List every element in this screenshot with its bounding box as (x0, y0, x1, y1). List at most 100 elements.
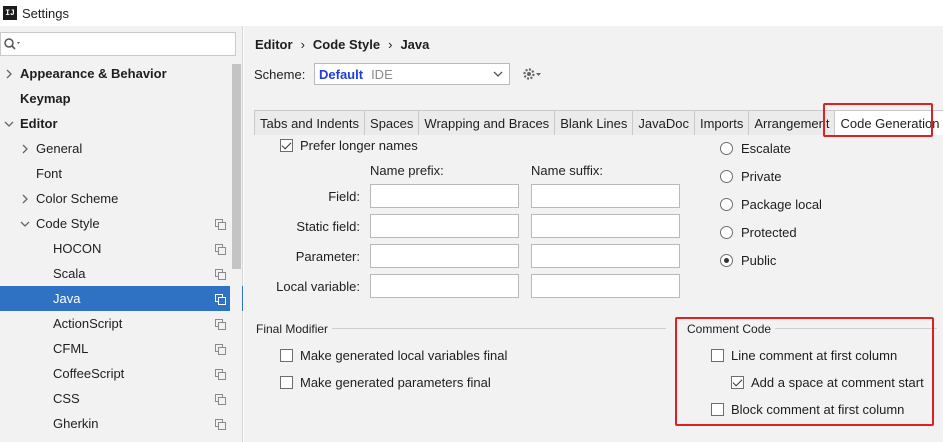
project-copy-icon (215, 419, 226, 430)
local-variable-label: Local variable: (276, 279, 360, 294)
local-variable-prefix-input[interactable] (370, 274, 519, 298)
sidebar-item-label: CSS (53, 391, 80, 406)
sidebar-item-hocon[interactable]: HOCON (0, 236, 243, 261)
sidebar-item-scala[interactable]: Scala (0, 261, 243, 286)
final-parameters-label: Make generated parameters final (300, 375, 491, 390)
sidebar-item-css[interactable]: CSS (0, 386, 243, 411)
project-copy-icon (215, 294, 226, 305)
tab-arrangement[interactable]: Arrangement (748, 110, 836, 135)
visibility-package-local-label: Package local (741, 197, 822, 212)
sidebar-item-keymap[interactable]: Keymap (0, 86, 243, 111)
field-prefix-input[interactable] (370, 184, 519, 208)
local-variable-suffix-input[interactable] (531, 274, 680, 298)
scheme-type: IDE (371, 66, 393, 82)
visibility-protected-radio[interactable] (720, 226, 733, 239)
tab-tabs-and-indents[interactable]: Tabs and Indents (254, 110, 366, 135)
visibility-private-label: Private (741, 169, 782, 184)
search-icon (4, 38, 20, 50)
project-copy-icon (215, 219, 226, 230)
settings-search-input[interactable] (0, 32, 236, 56)
window-title: Settings (22, 5, 69, 21)
tab-wrapping-and-braces[interactable]: Wrapping and Braces (418, 110, 556, 135)
chevron-down-icon (20, 221, 30, 227)
breadcrumb-editor: Editor (255, 37, 293, 52)
sidebar-item-label: Java (53, 291, 81, 306)
sidebar-item-label: Scala (53, 266, 86, 281)
breadcrumb-java: Java (400, 37, 430, 52)
final-parameters-checkbox[interactable] (280, 376, 293, 389)
sidebar-item-label: Editor (20, 116, 58, 131)
sidebar-item-label: HOCON (53, 241, 102, 256)
sidebar-item-label: CoffeeScript (53, 366, 125, 381)
sidebar-item-coffeescript[interactable]: CoffeeScript (0, 361, 243, 386)
visibility-protected-label: Protected (741, 225, 797, 240)
static-field-suffix-input[interactable] (531, 214, 680, 238)
visibility-private-radio[interactable] (720, 170, 733, 183)
parameter-label: Parameter: (295, 249, 360, 264)
sidebar-item-font[interactable]: Font (0, 161, 243, 186)
visibility-escalate-radio[interactable] (720, 142, 733, 155)
sidebar-item-java[interactable]: Java (0, 286, 243, 311)
prefer-longer-names-checkbox[interactable] (280, 139, 293, 152)
visibility-public-radio[interactable] (720, 254, 733, 267)
settings-content-panel: Editor › Code Style › Java Scheme: Defau… (244, 26, 943, 442)
sidebar-item-appearance-behavior[interactable]: Appearance & Behavior (0, 61, 243, 86)
static-field-prefix-input[interactable] (370, 214, 519, 238)
intellij-app-icon: IJ (3, 6, 17, 20)
project-copy-icon (215, 269, 226, 280)
sidebar-item-general[interactable]: General (0, 136, 243, 161)
project-copy-icon (215, 344, 226, 355)
project-copy-icon (215, 394, 226, 405)
gear-icon[interactable] (521, 65, 543, 83)
sidebar-item-label: Font (36, 166, 63, 181)
sidebar-scrollbar-thumb[interactable] (232, 64, 241, 269)
final-local-variables-checkbox[interactable] (280, 349, 293, 362)
settings-sidebar: Appearance & Behavior Keymap Editor Gene… (0, 26, 243, 442)
final-local-variables-label: Make generated local variables final (300, 348, 508, 363)
sidebar-item-label: Code Style (36, 216, 100, 231)
chevron-right-icon (6, 69, 12, 79)
name-prefix-header: Name prefix: (370, 163, 444, 178)
project-copy-icon (215, 244, 226, 255)
field-suffix-input[interactable] (531, 184, 680, 208)
line-comment-first-column-label: Line comment at first column (731, 348, 898, 363)
tab-blank-lines[interactable]: Blank Lines (554, 110, 634, 135)
sidebar-item-label: CFML (53, 341, 89, 356)
sidebar-item-label: General (36, 141, 83, 156)
project-copy-icon (215, 319, 226, 330)
sidebar-item-gherkin[interactable]: Gherkin (0, 411, 243, 436)
comment-code-title: Comment Code (687, 322, 776, 336)
tab-spaces[interactable]: Spaces (364, 110, 420, 135)
sidebar-item-code-style[interactable]: Code Style (0, 211, 243, 236)
code-style-tabs: Tabs and Indents Spaces Wrapping and Bra… (254, 110, 943, 135)
title-bar: IJ Settings (0, 0, 943, 26)
parameter-prefix-input[interactable] (370, 244, 519, 268)
line-comment-first-column-checkbox[interactable] (711, 349, 724, 362)
add-space-comment-start-checkbox[interactable] (731, 376, 744, 389)
chevron-down-icon (4, 121, 14, 127)
tab-imports[interactable]: Imports (693, 110, 750, 135)
sidebar-item-color-scheme[interactable]: Color Scheme (0, 186, 243, 211)
sidebar-item-label: Color Scheme (36, 191, 119, 206)
add-space-comment-start-label: Add a space at comment start (751, 375, 924, 390)
block-comment-first-column-label: Block comment at first column (731, 402, 905, 417)
scheme-dropdown[interactable]: Default IDE (314, 63, 510, 85)
sidebar-item-cfml[interactable]: CFML (0, 336, 243, 361)
breadcrumb-code-style: Code Style (312, 37, 381, 52)
sidebar-item-editor[interactable]: Editor (0, 111, 243, 136)
chevron-down-icon (493, 71, 503, 77)
parameter-suffix-input[interactable] (531, 244, 680, 268)
sidebar-item-actionscript[interactable]: ActionScript (0, 311, 243, 336)
project-copy-icon (215, 369, 226, 380)
breadcrumb-separator: › (300, 37, 305, 52)
breadcrumb-separator: › (388, 37, 393, 52)
static-field-label: Static field: (296, 219, 360, 234)
visibility-escalate-label: Escalate (741, 141, 791, 156)
tab-code-generation[interactable]: Code Generation (834, 110, 943, 135)
block-comment-first-column-checkbox[interactable] (711, 403, 724, 416)
sidebar-item-label: Gherkin (53, 416, 99, 431)
tab-javadoc[interactable]: JavaDoc (632, 110, 695, 135)
breadcrumb: Editor › Code Style › Java (255, 37, 429, 52)
final-modifier-title: Final Modifier (256, 322, 333, 336)
visibility-package-local-radio[interactable] (720, 198, 733, 211)
